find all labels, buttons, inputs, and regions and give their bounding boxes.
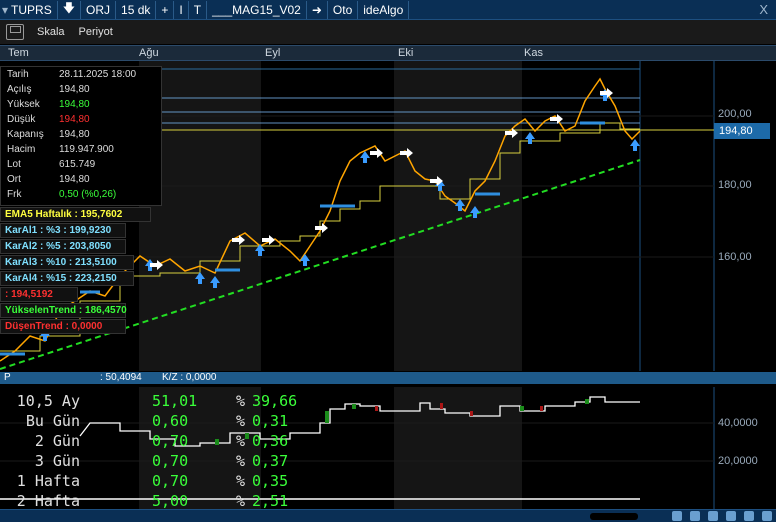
period-menu-button[interactable]: Periyot: [72, 26, 120, 38]
download-icon[interactable]: 🡇: [58, 0, 82, 19]
info-row-open: Açılış 194,80: [7, 84, 90, 95]
save-icon[interactable]: [6, 24, 24, 40]
zoom-out-icon[interactable]: [690, 511, 700, 521]
ohlc-info-panel: Tarih 28.11.2025 18:00 Açılış 194,80 Yükse…: [0, 66, 162, 206]
secondary-toolbar: Skala Periyot: [0, 20, 776, 44]
subchart-title: P: [4, 372, 11, 383]
cursor-icon[interactable]: I: [174, 0, 189, 19]
bottom-scrollbar[interactable]: [0, 509, 776, 522]
indicator-stop: : 194,5192: [0, 287, 78, 302]
info-row-change: Frk 0,50 (%0,26): [7, 189, 117, 200]
price-axis-label: 200,00: [718, 108, 752, 120]
price-axis-label: 160,00: [718, 251, 752, 263]
subchart-kz: K/Z : 0,0000: [162, 372, 217, 383]
subchart-header-right: [714, 372, 776, 384]
period-button[interactable]: 15 dk: [116, 0, 157, 19]
scroll-thumb[interactable]: [590, 513, 638, 520]
info-row-date: Tarih 28.11.2025 18:00: [7, 69, 137, 80]
subchart-value: : 50,4094: [100, 372, 142, 383]
indicator-falling-trend: DüşenTrend : 0,0000: [0, 319, 126, 334]
sub-axis-label: 40,0000: [718, 417, 758, 429]
current-price-tag: 194,80: [714, 123, 770, 139]
symbol-button[interactable]: ▾ TUPRS: [0, 0, 58, 19]
price-axis-label: 180,00: [718, 179, 752, 191]
month-shade: [394, 61, 522, 371]
zoom-in-icon[interactable]: [672, 511, 682, 521]
month-shade: [394, 387, 522, 509]
month-label: Kas: [524, 47, 543, 59]
info-row-avg: Ort 194,80: [7, 174, 90, 185]
top-toolbar: ▾ TUPRS 🡇 ORJ 15 dk + I T ___MAG15_V02 ➜…: [0, 0, 776, 20]
info-row-low: Düşük 194,80: [7, 114, 90, 125]
month-label: Tem: [8, 47, 29, 59]
orj-button[interactable]: ORJ: [81, 0, 117, 19]
month-label: Eyl: [265, 47, 281, 59]
date-axis-header: Tem Ağu Eyl Eki Kas: [0, 45, 776, 61]
scroll-left-icon[interactable]: [708, 511, 718, 521]
info-row-volume: Hacim 119.947.900: [7, 144, 114, 155]
info-row-lot: Lot 615.749: [7, 159, 96, 170]
subchart-header: P : 50,4094 K/Z : 0,0000: [0, 372, 714, 384]
indicator-karal4: KarAl4 : %15 : 223,2150: [0, 271, 134, 286]
info-row-close: Kapanış 194,80: [7, 129, 90, 140]
fit-icon[interactable]: [762, 511, 772, 521]
month-label: Eki: [398, 47, 414, 59]
system-button[interactable]: ___MAG15_V02: [207, 0, 307, 19]
add-button[interactable]: +: [156, 0, 175, 19]
indicator-ema5: EMA5 Haftalık : 195,7602: [0, 207, 151, 222]
scroll-right-icon[interactable]: [726, 511, 736, 521]
month-label: Ağu: [139, 47, 159, 59]
indicator-karal3: KarAl3 : %10 : 213,5100: [0, 255, 134, 270]
scale-button[interactable]: Skala: [30, 26, 72, 38]
settings-icon[interactable]: [744, 511, 754, 521]
auto-button[interactable]: Oto: [328, 0, 359, 19]
sub-axis-label: 20,0000: [718, 455, 758, 467]
indicator-rising-trend: YükselenTrend : 186,4570: [0, 303, 127, 318]
ideAlgo-button[interactable]: ideAlgo: [358, 0, 410, 19]
text-tool-button[interactable]: T: [189, 0, 208, 19]
indicator-karal1: KarAl1 : %3 : 199,9230: [0, 223, 126, 238]
close-icon[interactable]: X: [751, 2, 776, 17]
arrow-right-icon[interactable]: ➜: [307, 0, 328, 19]
indicator-karal2: KarAl2 : %5 : 203,8050: [0, 239, 126, 254]
info-row-high: Yüksek 194,80: [7, 99, 90, 110]
dropdown-icon: ▾: [2, 2, 9, 17]
